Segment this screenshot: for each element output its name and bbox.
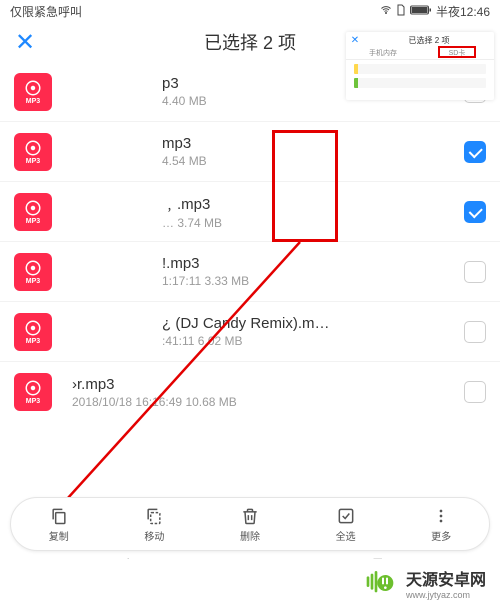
checkbox[interactable] bbox=[464, 261, 486, 283]
select-all-icon bbox=[336, 506, 356, 526]
status-right: 半夜12:46 bbox=[380, 3, 490, 20]
more-button[interactable]: 更多 bbox=[393, 498, 489, 550]
brand-name: 天源安卓网 bbox=[406, 566, 486, 590]
checkbox[interactable] bbox=[464, 201, 486, 223]
mp3-icon: MP3 bbox=[14, 73, 52, 111]
copy-button[interactable]: 复制 bbox=[11, 498, 107, 550]
inset-row bbox=[354, 78, 486, 88]
file-list: MP3 p34.40 MB MP3 mp34.54 MB MP3 ﹐.mp3… … bbox=[0, 62, 500, 422]
file-name: !.mp3 bbox=[162, 255, 456, 272]
move-icon bbox=[144, 506, 164, 526]
select-all-button[interactable]: 全选 bbox=[298, 498, 394, 550]
more-icon bbox=[431, 506, 451, 526]
inset-tab-phone: 手机内存 bbox=[346, 48, 420, 59]
copy-icon bbox=[49, 506, 69, 526]
file-name: ¿ (DJ Candy Remix).m… bbox=[162, 315, 456, 332]
file-meta: :41:11 6.02 MB bbox=[162, 334, 456, 348]
mp3-icon: MP3 bbox=[14, 313, 52, 351]
status-time: 半夜12:46 bbox=[436, 3, 490, 20]
file-meta: 2018/10/18 16:16:49 10.68 MB bbox=[72, 395, 456, 409]
file-row[interactable]: MP3 !.mp3 1:17:11 3.33 MB bbox=[0, 242, 500, 302]
close-icon[interactable]: ✕ bbox=[0, 28, 50, 57]
file-name: ﹐.mp3 bbox=[162, 193, 456, 214]
battery-icon bbox=[410, 4, 432, 19]
move-button[interactable]: 移动 bbox=[107, 498, 203, 550]
toolbar-label: 更多 bbox=[431, 528, 451, 543]
file-name: mp3 bbox=[162, 135, 456, 152]
brand-url: www.jytyaz.com bbox=[406, 590, 470, 600]
file-meta: 4.54 MB bbox=[162, 154, 456, 168]
toolbar-label: 删除 bbox=[240, 528, 260, 543]
annotation-sd-highlight bbox=[438, 46, 476, 58]
inset-title: 已选择 2 项 bbox=[364, 35, 494, 46]
delete-button[interactable]: 删除 bbox=[202, 498, 298, 550]
status-carrier: 仅限紧急呼叫 bbox=[10, 3, 82, 20]
mp3-icon: MP3 bbox=[14, 253, 52, 291]
wifi-icon bbox=[380, 4, 392, 19]
action-toolbar: 复制 移动 删除 全选 更多 bbox=[10, 497, 490, 551]
brand-footer: 天源安卓网 www.jytyaz.com bbox=[0, 559, 500, 607]
checkbox[interactable] bbox=[464, 141, 486, 163]
trash-icon bbox=[240, 506, 260, 526]
file-name: ›r.mp3 bbox=[72, 376, 456, 393]
file-row[interactable]: MP3 ›r.mp3 2018/10/18 16:16:49 10.68 MB bbox=[0, 362, 500, 422]
mp3-icon: MP3 bbox=[14, 133, 52, 171]
file-row[interactable]: MP3 ﹐.mp3 … 3.74 MB bbox=[0, 182, 500, 242]
file-row[interactable]: MP3 mp3 4.54 MB bbox=[0, 122, 500, 182]
toolbar-label: 全选 bbox=[336, 528, 356, 543]
file-meta: 1:17:11 3.33 MB bbox=[162, 274, 456, 288]
inset-close-icon: ✕ bbox=[346, 35, 364, 46]
inset-thumb: ✕ 已选择 2 项 手机内存 SD卡 › bbox=[346, 32, 494, 100]
checkbox[interactable] bbox=[464, 321, 486, 343]
sim-icon bbox=[396, 4, 406, 19]
toolbar-label: 移动 bbox=[144, 528, 164, 543]
status-bar: 仅限紧急呼叫 半夜12:46 bbox=[0, 0, 500, 22]
inset-row bbox=[354, 64, 486, 74]
checkbox[interactable] bbox=[464, 381, 486, 403]
file-row[interactable]: MP3 ¿ (DJ Candy Remix).m… :41:11 6.02 MB bbox=[0, 302, 500, 362]
file-meta: … 3.74 MB bbox=[162, 216, 456, 230]
brand-logo-icon bbox=[364, 567, 396, 599]
toolbar-label: 复制 bbox=[49, 528, 69, 543]
mp3-icon: MP3 bbox=[14, 373, 52, 411]
mp3-icon: MP3 bbox=[14, 193, 52, 231]
